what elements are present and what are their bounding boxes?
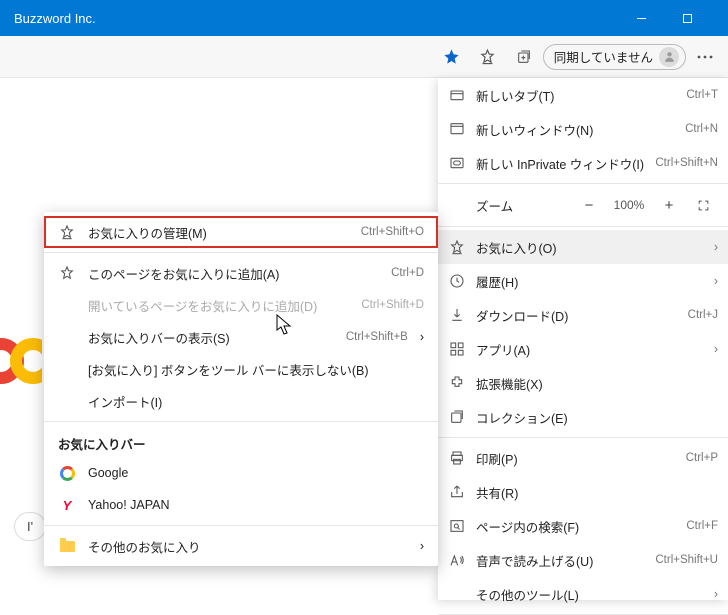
extensions-icon: [448, 374, 466, 392]
print-icon: [448, 449, 466, 467]
zoom-value: 100%: [608, 198, 650, 212]
fullscreen-button[interactable]: [688, 192, 718, 218]
favorite-item-google[interactable]: Google: [44, 457, 438, 489]
menu-favorites[interactable]: お気に入り(O) ›: [438, 230, 728, 264]
background-logo-fragment: [0, 338, 42, 458]
favorite-star-button[interactable]: [435, 42, 469, 72]
zoom-in-button[interactable]: +: [654, 192, 684, 218]
menu-collections[interactable]: コレクション(E): [438, 400, 728, 434]
menu-new-inprivate[interactable]: 新しい InPrivate ウィンドウ(I) Ctrl+Shift+N: [438, 146, 728, 180]
menu-apps[interactable]: アプリ(A) ›: [438, 332, 728, 366]
favorites-icon: [448, 238, 466, 256]
settings-more-button[interactable]: [688, 42, 722, 72]
favorite-item-yahoo[interactable]: Y Yahoo! JAPAN: [44, 489, 438, 521]
favorites-manage[interactable]: お気に入りの管理(M) Ctrl+Shift+O: [44, 216, 438, 248]
zoom-label: ズーム: [448, 196, 570, 215]
menu-share[interactable]: 共有(R): [438, 475, 728, 509]
menu-find[interactable]: ページ内の検索(F) Ctrl+F: [438, 509, 728, 543]
menu-more-tools[interactable]: その他のツール(L) ›: [438, 577, 728, 611]
yahoo-favicon-icon: Y: [58, 496, 76, 514]
history-icon: [448, 272, 466, 290]
favorites-hide-button[interactable]: [お気に入り] ボタンをツール バーに表示しない(B): [44, 353, 438, 385]
apps-icon: [448, 340, 466, 358]
menu-zoom: ズーム − 100% +: [438, 187, 728, 223]
menu-history[interactable]: 履歴(H) ›: [438, 264, 728, 298]
favorites-add-page[interactable]: このページをお気に入りに追加(A) Ctrl+D: [44, 257, 438, 289]
title-bar: Buzzword Inc.: [0, 0, 728, 36]
chevron-right-icon: ›: [714, 342, 718, 356]
window-controls: [618, 0, 728, 36]
share-icon: [448, 483, 466, 501]
menu-read-aloud[interactable]: 音声で読み上げる(U) Ctrl+Shift+U: [438, 543, 728, 577]
favorites-import[interactable]: インポート(I): [44, 385, 438, 417]
profile-sync-pill[interactable]: 同期していません: [543, 44, 686, 70]
chevron-right-icon: ›: [714, 274, 718, 288]
window-icon: [448, 120, 466, 138]
favorites-show-bar[interactable]: お気に入りバーの表示(S) Ctrl+Shift+B ›: [44, 321, 438, 353]
blank-icon: [448, 585, 466, 603]
sync-status-label: 同期していません: [554, 47, 653, 66]
tab-icon: [448, 86, 466, 104]
avatar-icon: [659, 47, 679, 67]
favorites-manage-icon: [58, 223, 76, 241]
settings-and-more-menu: 新しいタブ(T) Ctrl+T 新しいウィンドウ(N) Ctrl+N 新しい I…: [438, 78, 728, 600]
folder-icon: [58, 537, 76, 555]
minimize-button[interactable]: [618, 0, 664, 36]
browser-toolbar: 同期していません: [0, 36, 728, 78]
favorites-add-open-pages: 開いているページをお気に入りに追加(D) Ctrl+Shift+D: [44, 289, 438, 321]
read-aloud-icon: [448, 551, 466, 569]
menu-extensions[interactable]: 拡張機能(X): [438, 366, 728, 400]
suggestion-chip[interactable]: I': [14, 512, 46, 541]
google-favicon-icon: [58, 464, 76, 482]
find-icon: [448, 517, 466, 535]
window-title: Buzzword Inc.: [14, 11, 96, 26]
star-outline-icon: [58, 264, 76, 282]
collections-button[interactable]: [507, 42, 541, 72]
chevron-right-icon: ›: [714, 240, 718, 254]
menu-downloads[interactable]: ダウンロード(D) Ctrl+J: [438, 298, 728, 332]
page-content: I' 新しいタブ(T) Ctrl+T 新しいウィンドウ(N) Ctrl+N 新し…: [0, 78, 728, 600]
maximize-button[interactable]: [664, 0, 710, 36]
collections-icon: [448, 408, 466, 426]
chevron-right-icon: ›: [420, 539, 424, 553]
chevron-right-icon: ›: [420, 330, 424, 344]
menu-new-tab[interactable]: 新しいタブ(T) Ctrl+T: [438, 78, 728, 112]
favorites-other-folder[interactable]: その他のお気に入り ›: [44, 530, 438, 562]
favorites-bar-header: お気に入りバー: [44, 426, 438, 457]
zoom-out-button[interactable]: −: [574, 192, 604, 218]
menu-new-window[interactable]: 新しいウィンドウ(N) Ctrl+N: [438, 112, 728, 146]
download-icon: [448, 306, 466, 324]
menu-print[interactable]: 印刷(P) Ctrl+P: [438, 441, 728, 475]
favorites-list-button[interactable]: [471, 42, 505, 72]
inprivate-icon: [448, 154, 466, 172]
chevron-right-icon: ›: [714, 587, 718, 601]
favorites-submenu: お気に入りの管理(M) Ctrl+Shift+O このページをお気に入りに追加(…: [44, 212, 438, 566]
window-edge: [710, 0, 728, 36]
